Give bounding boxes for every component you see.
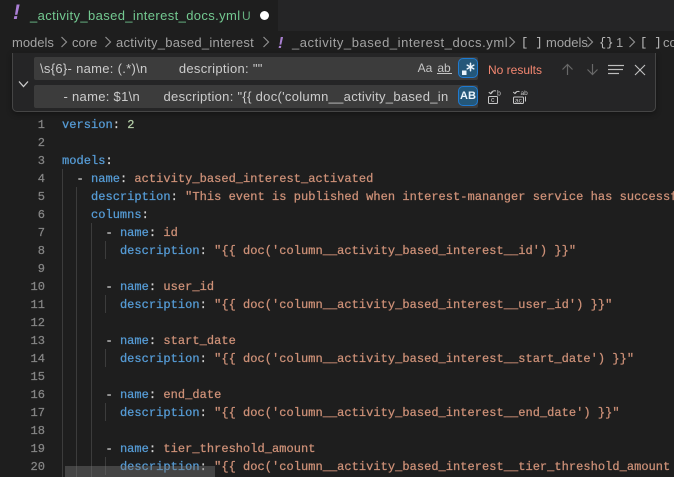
svg-text:ac: ac [515, 97, 523, 104]
svg-text:b: b [497, 91, 501, 98]
svg-text:ab: ab [521, 90, 529, 97]
svg-text:c: c [491, 97, 495, 104]
